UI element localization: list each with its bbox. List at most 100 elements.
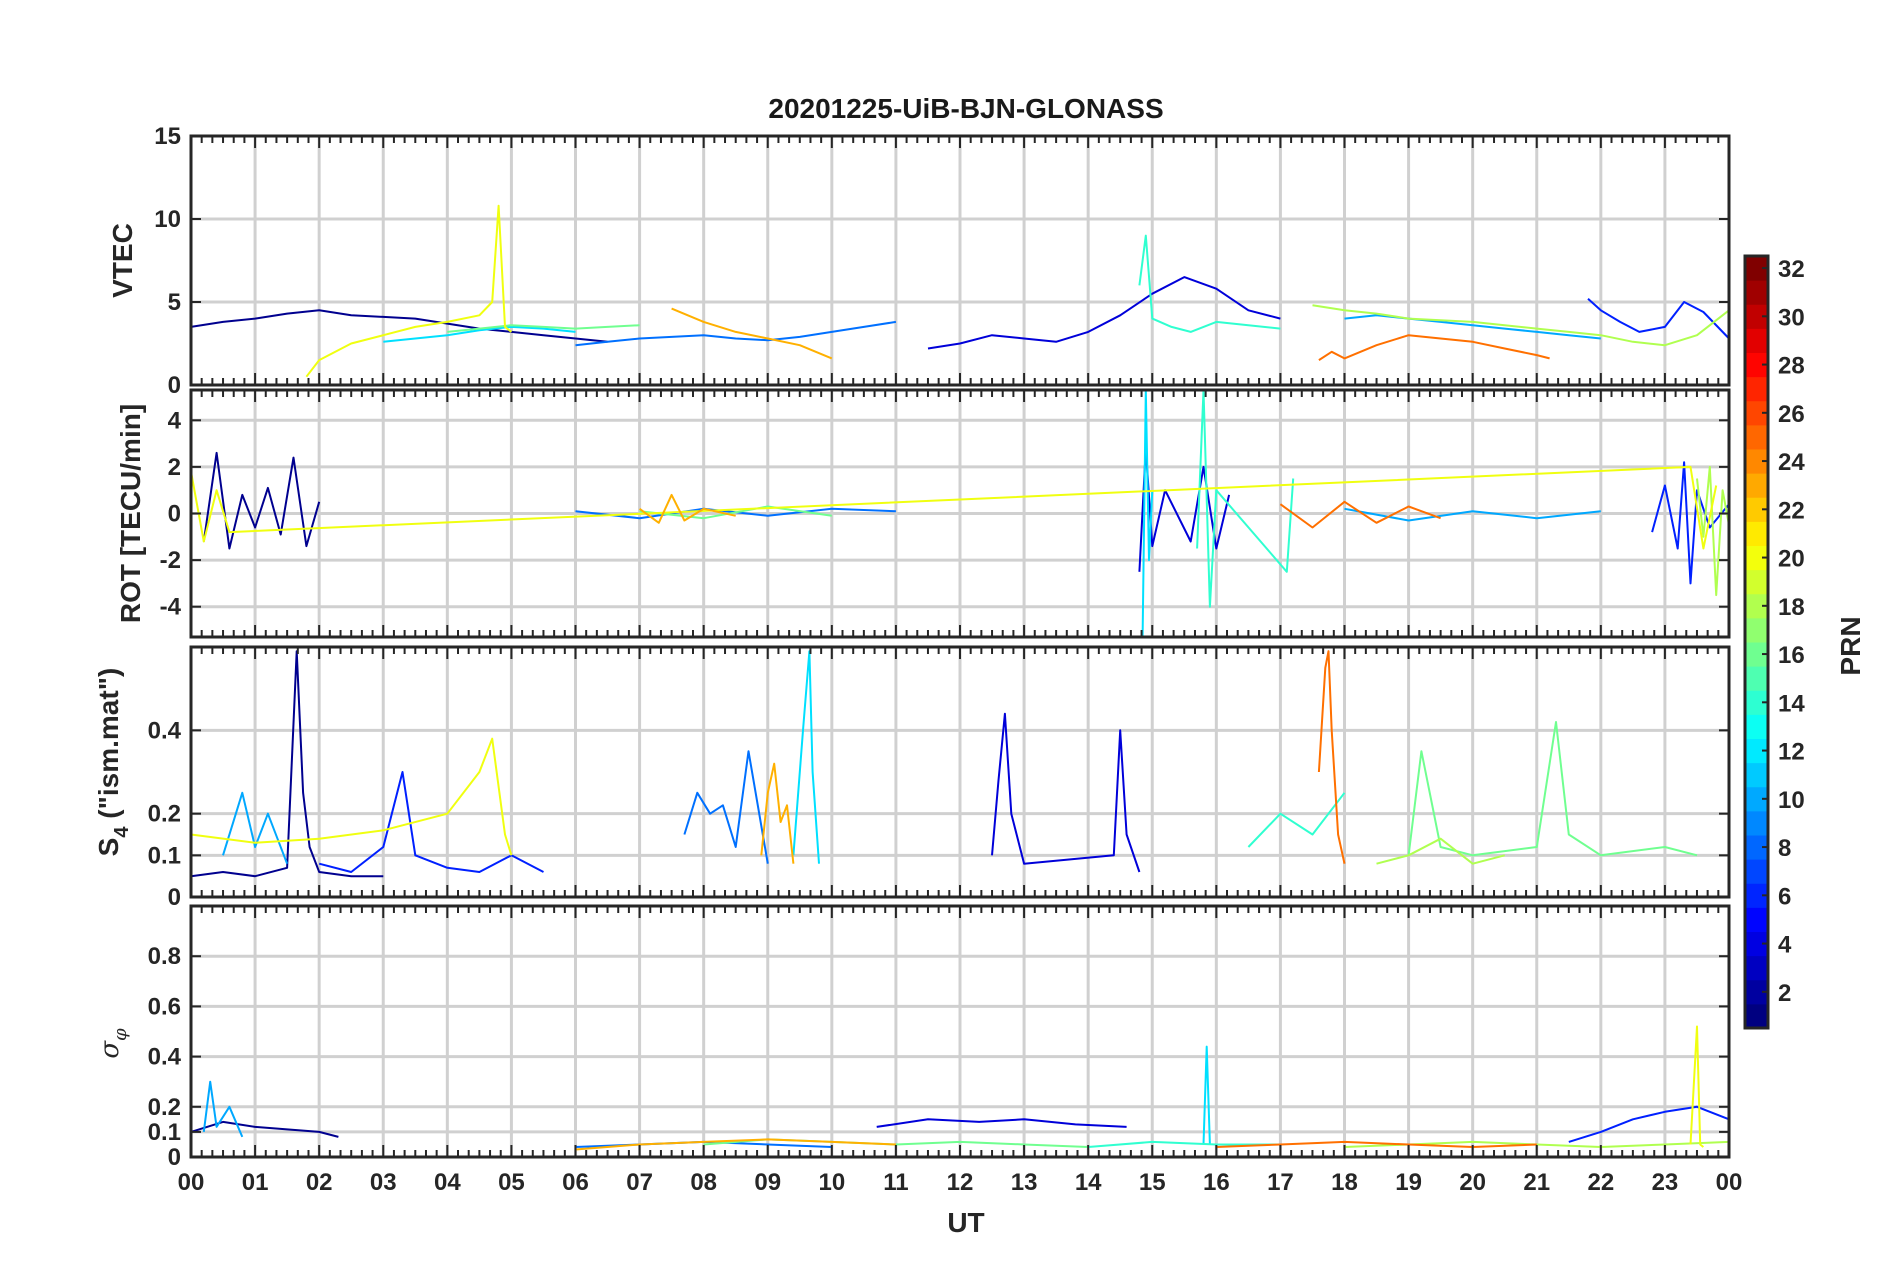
series-prn-20-rot (190, 465, 1718, 550)
x-tick-label: 23 (1652, 1169, 1679, 1196)
y-tick-label: 0.1 (148, 842, 181, 869)
y-tick-label: 5 (168, 289, 181, 316)
series-prn-1-sigphi (190, 1120, 339, 1138)
colorbar-tick-label: 16 (1778, 642, 1805, 669)
x-tick-label: 22 (1587, 1169, 1614, 1196)
series-prn-24-s4 (1317, 650, 1346, 864)
series-prn-14-rot (1196, 389, 1295, 608)
chart-title: 20201225-UiB-BJN-GLONASS (768, 93, 1163, 124)
panel-vtec: 0 5 10 15 VTEC (107, 123, 1731, 399)
y-tick-label: 15 (154, 123, 181, 150)
colorbar-tick-label: 2 (1778, 980, 1791, 1007)
colorbar-tick-label: 22 (1778, 497, 1805, 524)
x-tick-label: 10 (818, 1169, 845, 1196)
series-prn-14-vtec (1138, 234, 1281, 333)
colorbar-swatch (1745, 328, 1768, 353)
colorbar-tick-label: 10 (1778, 787, 1805, 814)
y-tick-label: 0.6 (148, 993, 181, 1020)
colorbar-tick-label: 24 (1778, 449, 1805, 476)
series-prn-20-vtec (305, 204, 513, 378)
y-axis-label-sigphi: σφ (95, 1028, 131, 1059)
x-tick-label: 06 (562, 1169, 589, 1196)
x-tick-label: 19 (1395, 1169, 1422, 1196)
x-tick-label: 18 (1331, 1169, 1358, 1196)
colorbar: 2468101214161820222426283032 (1743, 254, 1805, 1030)
series-prn-12-s4 (792, 650, 820, 864)
x-tick-label: 03 (370, 1169, 397, 1196)
colorbar-swatch (1745, 1003, 1768, 1029)
x-tick-label: 05 (498, 1169, 525, 1196)
x-tick-label: 17 (1267, 1169, 1294, 1196)
x-tick-label: 16 (1203, 1169, 1230, 1196)
series-prn-20-sigphi (1689, 1025, 1705, 1148)
x-tick-label: 14 (1075, 1169, 1102, 1196)
colorbar-swatch (1745, 859, 1768, 884)
series-prn-14-s4 (1247, 792, 1346, 848)
panel-sigphi: 00.10.2 0.4 0.6 0.8 σφ (95, 904, 1731, 1171)
y-tick-label: 4 (168, 407, 182, 434)
x-tick-label: 20 (1459, 1169, 1486, 1196)
y-tick-label: 10 (154, 206, 181, 233)
colorbar-swatch (1745, 714, 1768, 739)
colorbar-tick-label: 26 (1778, 401, 1805, 428)
series-prn-20-s4 (190, 737, 513, 856)
x-tick-label: 15 (1139, 1169, 1166, 1196)
y-tick-label: 0 (168, 1144, 181, 1171)
colorbar-label: PRN (1835, 616, 1866, 675)
y-tick-label: 0.8 (148, 943, 181, 970)
y-axis-label-rot: ROT [TECU/min] (115, 404, 146, 623)
colorbar-tick-label: 20 (1778, 546, 1805, 573)
series-prn-24-vtec (1318, 334, 1550, 361)
y-axis-label-vtec: VTEC (107, 223, 138, 298)
series-prn-3-s4 (991, 712, 1141, 873)
series-prn-12-sigphi (1202, 1045, 1211, 1145)
colorbar-tick-label: 30 (1778, 304, 1805, 331)
x-tick-label: 12 (947, 1169, 974, 1196)
series-prn-18-rot (1696, 465, 1730, 597)
colorbar-swatch (1745, 666, 1768, 691)
y-tick-label: 0.2 (148, 801, 181, 828)
colorbar-swatch (1745, 907, 1768, 932)
x-tick-label: 21 (1523, 1169, 1550, 1196)
x-tick-label: 11 (883, 1169, 908, 1196)
y-axis-label-s4: S4 ("ism.mat") (93, 668, 133, 857)
colorbar-tick-label: 32 (1778, 256, 1805, 283)
series-prn-5-sigphi (1568, 1105, 1730, 1143)
y-tick-label: 0 (168, 501, 181, 528)
series-prn-1-s4 (190, 650, 384, 878)
panel-s4: 0 0.1 0.2 0.4 S4 ("ism.mat") (93, 645, 1731, 911)
y-tick-label: -2 (160, 547, 181, 574)
x-tick-label: 01 (242, 1169, 269, 1196)
colorbar-swatch (1745, 762, 1768, 788)
colorbar-swatch (1745, 376, 1768, 402)
colorbar-swatch (1745, 521, 1768, 546)
colorbar-swatch (1745, 280, 1768, 305)
x-axis-label: UT (947, 1207, 984, 1238)
x-tick-label: 04 (434, 1169, 461, 1196)
panel-rot: -4 -2 0 2 4 ROT [TECU/min] (115, 388, 1731, 639)
series-prn-22-vtec (671, 307, 833, 360)
y-tick-label: 2 (168, 454, 181, 481)
colorbar-swatch (1745, 617, 1768, 643)
series-prn-10-sigphi (202, 1080, 244, 1138)
colorbar-swatch (1745, 569, 1768, 595)
colorbar-tick-label: 4 (1778, 932, 1792, 959)
figure: 20201225-UiB-BJN-GLONASS 051015VTEC -4-2… (93, 93, 1866, 1238)
x-tick-label: 00 (178, 1169, 205, 1196)
series-prn-16-s4 (1407, 721, 1698, 857)
colorbar-swatch (1745, 955, 1768, 981)
x-tick-label: 02 (306, 1169, 333, 1196)
colorbar-tick-label: 8 (1778, 835, 1791, 862)
y-tick-label: -4 (160, 594, 182, 621)
colorbar-tick-label: 6 (1778, 883, 1791, 910)
y-tick-label: 0.4 (148, 1044, 182, 1071)
x-tick-label: 07 (626, 1169, 653, 1196)
series-prn-5-s4 (318, 771, 544, 873)
series-prn-3-vtec (927, 276, 1281, 350)
y-tick-label: 0.4 (148, 717, 182, 744)
colorbar-tick-label: 14 (1778, 690, 1805, 717)
colorbar-swatch (1745, 424, 1768, 450)
colorbar-swatch (1745, 473, 1768, 498)
colorbar-swatch (1745, 810, 1768, 836)
series-prn-5-vtec (1587, 297, 1730, 340)
